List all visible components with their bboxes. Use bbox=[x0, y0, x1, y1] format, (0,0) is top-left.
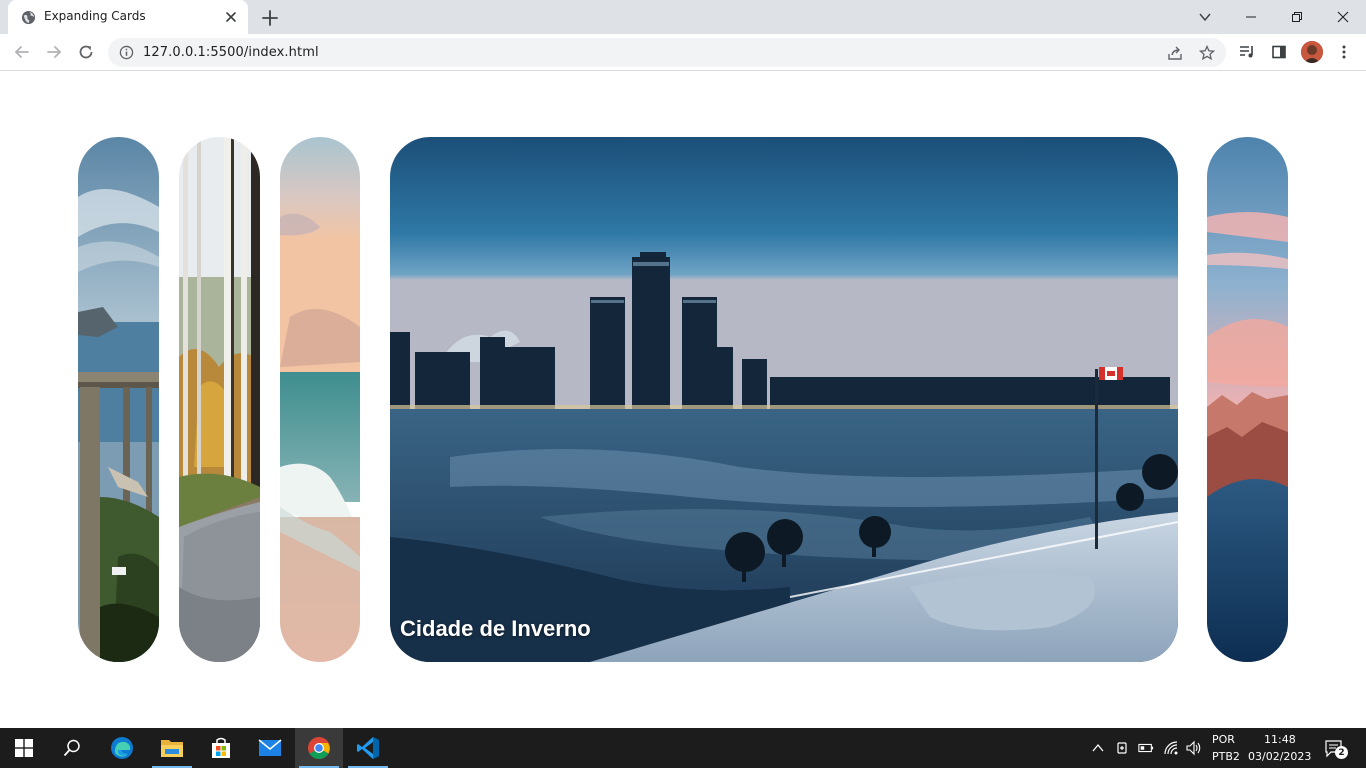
card-image-birch-forest-path bbox=[179, 137, 260, 662]
volume-button[interactable] bbox=[1186, 740, 1202, 756]
notification-count-badge: 2 bbox=[1335, 746, 1348, 759]
chevron-down-icon bbox=[1199, 13, 1211, 22]
input-language-line1[interactable]: POR bbox=[1212, 733, 1235, 746]
restore-icon bbox=[1292, 12, 1302, 22]
speaker-icon bbox=[1186, 740, 1201, 756]
vscode-icon bbox=[357, 737, 379, 759]
taskbar-edge[interactable] bbox=[98, 728, 146, 768]
browser-tab-strip: Expanding Cards bbox=[0, 0, 1366, 34]
show-hidden-icons-button[interactable] bbox=[1090, 740, 1106, 756]
window-close-button[interactable] bbox=[1320, 0, 1366, 34]
info-icon[interactable] bbox=[119, 45, 134, 60]
taskbar-file-explorer[interactable] bbox=[148, 728, 196, 768]
reload-icon bbox=[79, 45, 93, 59]
card-image-pink-mountains bbox=[1207, 137, 1288, 662]
edge-icon bbox=[111, 737, 133, 759]
notifications-button[interactable]: 2 bbox=[1324, 738, 1348, 760]
profile-photo bbox=[1301, 41, 1323, 63]
taskbar: POR PTB2 11:48 03/02/2023 2 bbox=[0, 728, 1366, 768]
arrow-right-icon bbox=[47, 46, 62, 58]
battery-button[interactable] bbox=[1138, 740, 1154, 756]
minimize-button[interactable] bbox=[1228, 0, 1274, 34]
minimize-icon bbox=[1246, 16, 1256, 18]
back-button[interactable] bbox=[12, 42, 32, 62]
address-bar[interactable]: 127.0.0.1:5500/index.html bbox=[108, 38, 1226, 67]
tab-title: Expanding Cards bbox=[44, 9, 146, 23]
media-queue-icon bbox=[1240, 46, 1253, 58]
battery-icon bbox=[1138, 743, 1154, 753]
side-panel-button[interactable] bbox=[1269, 42, 1289, 62]
usb-device-icon bbox=[1117, 742, 1127, 754]
card-image-winter-city bbox=[390, 137, 1178, 662]
share-icon[interactable] bbox=[1167, 45, 1183, 61]
globe-icon bbox=[21, 10, 36, 25]
restore-button[interactable] bbox=[1274, 0, 1320, 34]
folder-icon bbox=[161, 740, 183, 757]
card-pink-mountains[interactable] bbox=[1207, 137, 1288, 662]
taskbar-store[interactable] bbox=[197, 728, 245, 768]
wifi-icon bbox=[1164, 741, 1178, 755]
chrome-icon bbox=[308, 737, 330, 759]
start-button[interactable] bbox=[0, 728, 48, 768]
clock-date[interactable]: 03/02/2023 bbox=[1248, 750, 1311, 763]
media-controls-button[interactable] bbox=[1237, 42, 1257, 62]
tab-search-button[interactable] bbox=[1182, 0, 1228, 34]
url-text[interactable]: 127.0.0.1:5500/index.html bbox=[143, 45, 319, 60]
taskbar-search-button[interactable] bbox=[48, 728, 96, 768]
card-birch-forest-path[interactable] bbox=[179, 137, 260, 662]
plus-icon[interactable] bbox=[260, 8, 280, 28]
taskbar-mail[interactable] bbox=[246, 728, 294, 768]
close-icon bbox=[1337, 11, 1349, 23]
side-panel-icon bbox=[1272, 45, 1286, 59]
page-content: Cidade de Inverno bbox=[0, 72, 1366, 728]
clock-time[interactable]: 11:48 bbox=[1264, 733, 1296, 746]
chevron-up-icon bbox=[1092, 743, 1104, 752]
browser-toolbar: 127.0.0.1:5500/index.html bbox=[0, 34, 1366, 71]
close-icon[interactable] bbox=[223, 9, 239, 25]
card-caption: Cidade de Inverno bbox=[400, 616, 591, 641]
browser-menu-button[interactable] bbox=[1334, 42, 1354, 62]
browser-tab[interactable]: Expanding Cards bbox=[8, 0, 248, 34]
card-beach-sunset[interactable] bbox=[280, 137, 360, 662]
forward-button[interactable] bbox=[44, 42, 64, 62]
card-image-beach-sunset bbox=[280, 137, 360, 662]
card-winter-city[interactable]: Cidade de Inverno bbox=[390, 137, 1178, 662]
reload-button[interactable] bbox=[76, 42, 96, 62]
kebab-menu-icon bbox=[1342, 45, 1346, 59]
avatar[interactable] bbox=[1301, 41, 1323, 63]
card-coast-bridge[interactable] bbox=[78, 137, 159, 662]
input-language-line2[interactable]: PTB2 bbox=[1212, 750, 1240, 763]
star-icon[interactable] bbox=[1199, 45, 1215, 61]
network-button[interactable] bbox=[1163, 740, 1179, 756]
arrow-left-icon bbox=[14, 46, 29, 58]
mail-icon bbox=[258, 739, 282, 756]
taskbar-vscode[interactable] bbox=[344, 728, 392, 768]
card-image-coast-bridge bbox=[78, 137, 159, 662]
tray-device-button[interactable] bbox=[1114, 740, 1130, 756]
search-icon bbox=[63, 739, 80, 757]
taskbar-chrome[interactable] bbox=[295, 728, 343, 768]
windows-logo-icon bbox=[15, 739, 33, 757]
store-icon bbox=[212, 737, 230, 758]
